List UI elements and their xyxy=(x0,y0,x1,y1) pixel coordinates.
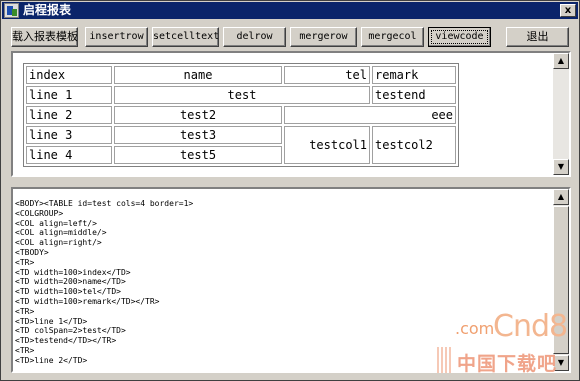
mergecol-button[interactable]: mergecol xyxy=(361,27,424,47)
code-line: <TD width=100>tel</TD> xyxy=(15,287,121,297)
code-line: <TD colSpan=2>test</TD> xyxy=(15,326,126,336)
insertrow-button[interactable]: insertrow xyxy=(85,27,148,47)
table-cell[interactable]: test5 xyxy=(114,146,282,164)
code-line: <COL align=middle/> xyxy=(15,228,107,238)
table-cell[interactable]: remark xyxy=(372,66,456,84)
table-row: index name tel remark xyxy=(26,66,456,84)
preview-scrollbar[interactable]: ▲ ▼ xyxy=(553,53,569,175)
code-line: <TR> xyxy=(15,306,35,316)
table-cell[interactable]: test2 xyxy=(114,106,282,124)
code-line: <TD>line 1</TD> xyxy=(15,316,88,326)
down-arrow-icon[interactable]: ▼ xyxy=(553,159,569,175)
code-line: <COL align=left/> xyxy=(15,218,97,228)
table-cell[interactable]: testcol1 xyxy=(284,126,370,164)
close-button[interactable]: x xyxy=(560,4,576,17)
table-cell[interactable]: line 4 xyxy=(26,146,112,164)
code-line: <BODY><TABLE id=test cols=4 border=1> xyxy=(15,199,194,208)
setcelltext-button[interactable]: setcelltext xyxy=(152,27,219,47)
viewcode-button[interactable]: viewcode xyxy=(428,27,491,47)
code-scrollbar[interactable]: ▲ ▼ xyxy=(553,189,569,371)
code-line: <TR> xyxy=(15,345,35,355)
code-line: <TD width=200>name</TD> xyxy=(15,277,126,287)
up-arrow-icon[interactable]: ▲ xyxy=(553,53,569,69)
code-line: <TBODY> xyxy=(15,247,49,257)
toolbar: 载入报表模板 insertrow setcelltext delrow merg… xyxy=(1,23,580,51)
mergerow-button[interactable]: mergerow xyxy=(290,27,357,47)
table-cell[interactable]: testend xyxy=(372,86,456,104)
code-line: <TD width=100>index</TD> xyxy=(15,267,131,277)
table-cell[interactable]: test3 xyxy=(114,126,282,144)
table-cell[interactable]: line 2 xyxy=(26,106,112,124)
exit-button[interactable]: 退出 xyxy=(506,27,569,47)
window-title: 启程报表 xyxy=(23,3,72,17)
load-template-button[interactable]: 载入报表模板 xyxy=(11,27,78,47)
table-cell[interactable]: line 3 xyxy=(26,126,112,144)
report-table: index name tel remark line 1 test testen… xyxy=(23,63,459,167)
scroll-thumb[interactable] xyxy=(553,206,569,354)
app-icon xyxy=(4,3,19,18)
code-line: <TD>line 2</TD> xyxy=(15,355,88,365)
down-arrow-icon[interactable]: ▼ xyxy=(553,355,569,371)
report-preview-panel[interactable]: index name tel remark line 1 test testen… xyxy=(11,51,571,177)
table-cell[interactable]: eee xyxy=(284,106,456,124)
delrow-button[interactable]: delrow xyxy=(223,27,286,47)
code-line: <COL align=right/> xyxy=(15,238,102,248)
code-line: <TD>testend</TD></TR> xyxy=(15,336,117,346)
app-window: 启程报表 x 载入报表模板 insertrow setcelltext delr… xyxy=(0,0,580,381)
table-row: line 2 test2 eee xyxy=(26,106,456,124)
code-line: <COLGROUP> xyxy=(15,208,64,218)
code-view-panel[interactable]: <BODY><TABLE id=test cols=4 border=1> <CO… xyxy=(11,187,571,373)
code-line: <TR> xyxy=(15,257,35,267)
table-cell[interactable]: test xyxy=(114,86,370,104)
table-cell[interactable]: line 1 xyxy=(26,86,112,104)
table-cell[interactable]: testcol2 xyxy=(372,126,456,164)
table-row: line 1 test testend xyxy=(26,86,456,104)
table-cell[interactable]: index xyxy=(26,66,112,84)
table-cell[interactable]: name xyxy=(114,66,282,84)
up-arrow-icon[interactable]: ▲ xyxy=(553,189,569,205)
code-text: <BODY><TABLE id=test cols=4 border=1> <CO… xyxy=(15,199,193,366)
table-cell[interactable]: tel xyxy=(284,66,370,84)
title-bar[interactable]: 启程报表 x xyxy=(2,2,578,19)
code-line: <TD width=100>remark</TD></TR> xyxy=(15,296,160,306)
table-row: line 3 test3 testcol1 testcol2 xyxy=(26,126,456,164)
